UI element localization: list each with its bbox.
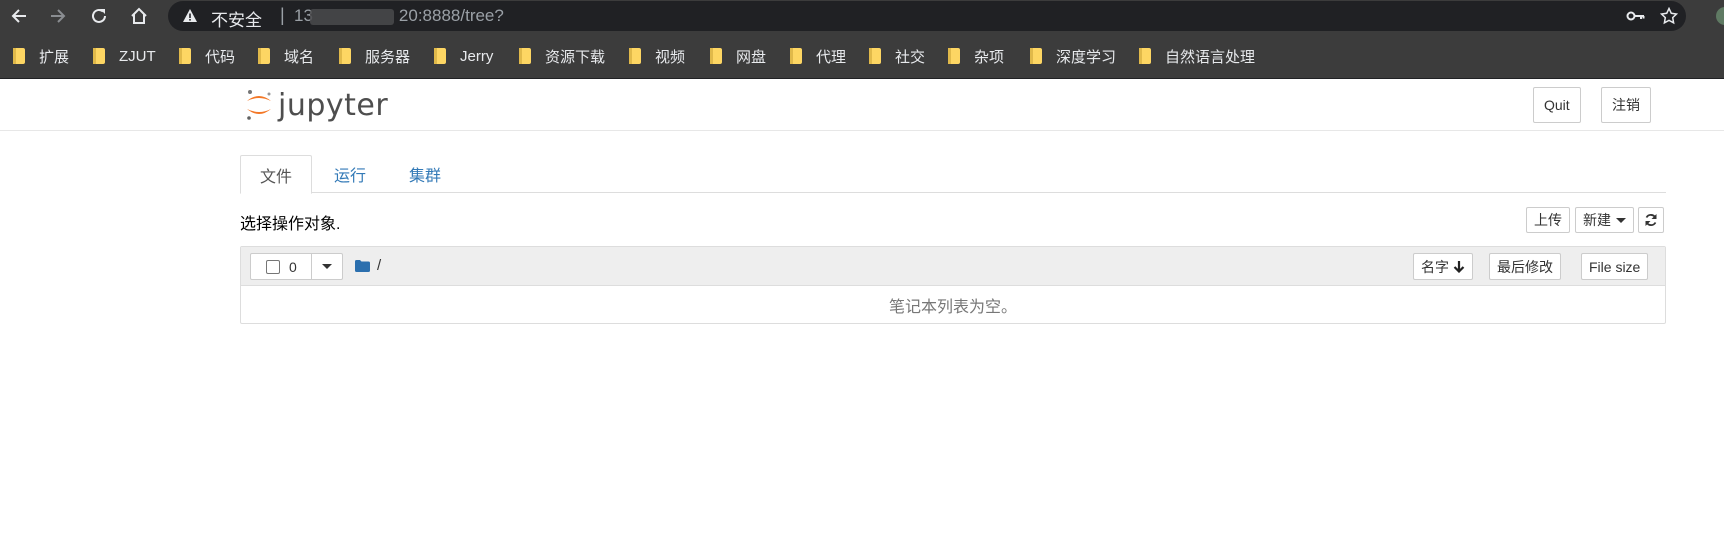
- select-menu-button[interactable]: [312, 253, 343, 280]
- bookmark-label: ZJUT: [119, 47, 156, 65]
- bookmark-folder[interactable]: 服务器: [339, 46, 410, 66]
- select-all-checkbox[interactable]: [266, 259, 280, 274]
- logo-text: jupyter: [278, 87, 389, 123]
- bookmarks-bar: 扩展 ZJUT 代码 域名 服务器 Jerry 资源下载 视频 网盘 代理 社交…: [0, 32, 1724, 79]
- bookmark-folder[interactable]: 深度学习: [1030, 46, 1116, 66]
- bookmark-label: 杂项: [974, 48, 1005, 66]
- bookmark-label: 网盘: [736, 48, 767, 66]
- bookmark-label: 深度学习: [1056, 48, 1117, 66]
- jupyter-logo[interactable]: jupyter: [244, 87, 388, 123]
- folder-icon: [258, 48, 270, 64]
- address-bar[interactable]: 不安全 | 13 20:8888/tree?: [168, 1, 1686, 31]
- tab-running[interactable]: 运行: [315, 155, 385, 193]
- sort-name-label: 名字: [1421, 258, 1449, 275]
- upload-button[interactable]: 上传: [1526, 207, 1570, 233]
- folder-icon: [179, 48, 191, 64]
- bookmark-folder[interactable]: 社交: [869, 46, 925, 66]
- folder-icon: [790, 48, 802, 64]
- list-header: 0 / 名字 最后修改 File size: [241, 247, 1665, 286]
- folder-icon: [1030, 48, 1042, 64]
- folder-icon: [93, 48, 105, 64]
- tab-clusters[interactable]: 集群: [390, 155, 460, 193]
- redacted-url-region: [310, 9, 394, 25]
- bookmark-folder[interactable]: 域名: [258, 46, 314, 66]
- folder-icon[interactable]: [355, 259, 370, 272]
- sort-by-size-button[interactable]: File size: [1581, 253, 1649, 280]
- bookmark-label: 服务器: [365, 48, 411, 66]
- bookmark-label: 扩展: [39, 48, 70, 66]
- refresh-button[interactable]: [1638, 207, 1664, 233]
- profile-avatar[interactable]: [1716, 7, 1724, 25]
- quit-button[interactable]: Quit: [1533, 87, 1581, 123]
- select-all-group: 0: [250, 253, 343, 280]
- bookmark-folder[interactable]: 视频: [629, 46, 685, 66]
- arrow-left-icon: [11, 9, 26, 23]
- insecure-label[interactable]: 不安全: [211, 6, 262, 31]
- bookmark-folder[interactable]: 资源下载: [519, 46, 605, 66]
- folder-icon: [948, 48, 960, 64]
- bookmark-label: 代码: [205, 48, 236, 66]
- caret-down-icon: [322, 264, 332, 269]
- forward-button[interactable]: [45, 3, 71, 29]
- url-separator: |: [280, 5, 285, 25]
- new-label: 新建: [1583, 212, 1611, 228]
- caret-down-icon: [1616, 217, 1626, 223]
- bookmark-folder[interactable]: ZJUT: [93, 46, 156, 66]
- arrow-right-icon: [51, 9, 66, 23]
- arrow-down-icon: [1453, 261, 1465, 273]
- selection-hint: 选择操作对象.: [240, 216, 341, 233]
- key-icon[interactable]: [1626, 7, 1646, 25]
- logout-button[interactable]: 注销: [1601, 87, 1651, 123]
- sort-by-name-button[interactable]: 名字: [1413, 253, 1473, 280]
- home-button[interactable]: [126, 3, 152, 29]
- bookmark-folder[interactable]: 网盘: [710, 46, 766, 66]
- breadcrumb-root[interactable]: /: [377, 257, 381, 274]
- tab-files[interactable]: 文件: [240, 155, 313, 194]
- reload-icon: [92, 8, 106, 23]
- bookmark-folder[interactable]: 杂项: [948, 46, 1004, 66]
- folder-icon: [434, 48, 446, 64]
- folder-icon: [710, 48, 722, 64]
- folder-icon: [13, 48, 25, 64]
- bookmark-label: 域名: [284, 48, 315, 66]
- bookmark-label: 社交: [895, 48, 926, 66]
- bookmark-folder[interactable]: 扩展: [13, 46, 69, 66]
- reload-button[interactable]: [86, 3, 112, 29]
- jupyter-header: jupyter Quit 注销: [0, 79, 1724, 131]
- folder-icon: [629, 48, 641, 64]
- bookmark-folder[interactable]: Jerry: [434, 46, 493, 66]
- bookmark-folder[interactable]: 代码: [179, 46, 235, 66]
- new-dropdown-button[interactable]: 新建: [1575, 207, 1634, 233]
- folder-icon: [1139, 48, 1151, 64]
- bookmark-label: Jerry: [460, 47, 494, 65]
- warning-icon: [183, 9, 197, 22]
- back-button[interactable]: [6, 3, 32, 29]
- star-icon[interactable]: [1660, 7, 1678, 25]
- home-icon: [131, 7, 147, 24]
- breadcrumb: /: [355, 257, 381, 274]
- url-suffix: 20:8888/tree?: [398, 6, 504, 25]
- bookmark-label: 自然语言处理: [1165, 48, 1256, 66]
- folder-icon: [519, 48, 531, 64]
- bookmark-folder[interactable]: 代理: [790, 46, 846, 66]
- sort-by-modified-button[interactable]: 最后修改: [1489, 253, 1561, 280]
- folder-icon: [339, 48, 351, 64]
- empty-list-message: 笔记本列表为空。: [888, 298, 1017, 316]
- notebook-list: 0 / 名字 最后修改 File size 笔记本列表为空。: [240, 246, 1666, 324]
- refresh-icon: [1645, 214, 1657, 226]
- folder-icon: [869, 48, 881, 64]
- browser-toolbar: 不安全 | 13 20:8888/tree?: [0, 0, 1724, 32]
- bookmark-folder[interactable]: 自然语言处理: [1139, 46, 1255, 66]
- bookmark-label: 资源下载: [545, 48, 606, 66]
- select-all-checkbox-button[interactable]: 0: [250, 253, 312, 280]
- jupyter-logo-icon: [247, 90, 271, 120]
- selected-count: 0: [289, 258, 297, 275]
- bookmark-label: 视频: [655, 48, 686, 66]
- bookmark-label: 代理: [816, 48, 847, 66]
- tab-bar: 文件 运行 集群: [240, 155, 1666, 194]
